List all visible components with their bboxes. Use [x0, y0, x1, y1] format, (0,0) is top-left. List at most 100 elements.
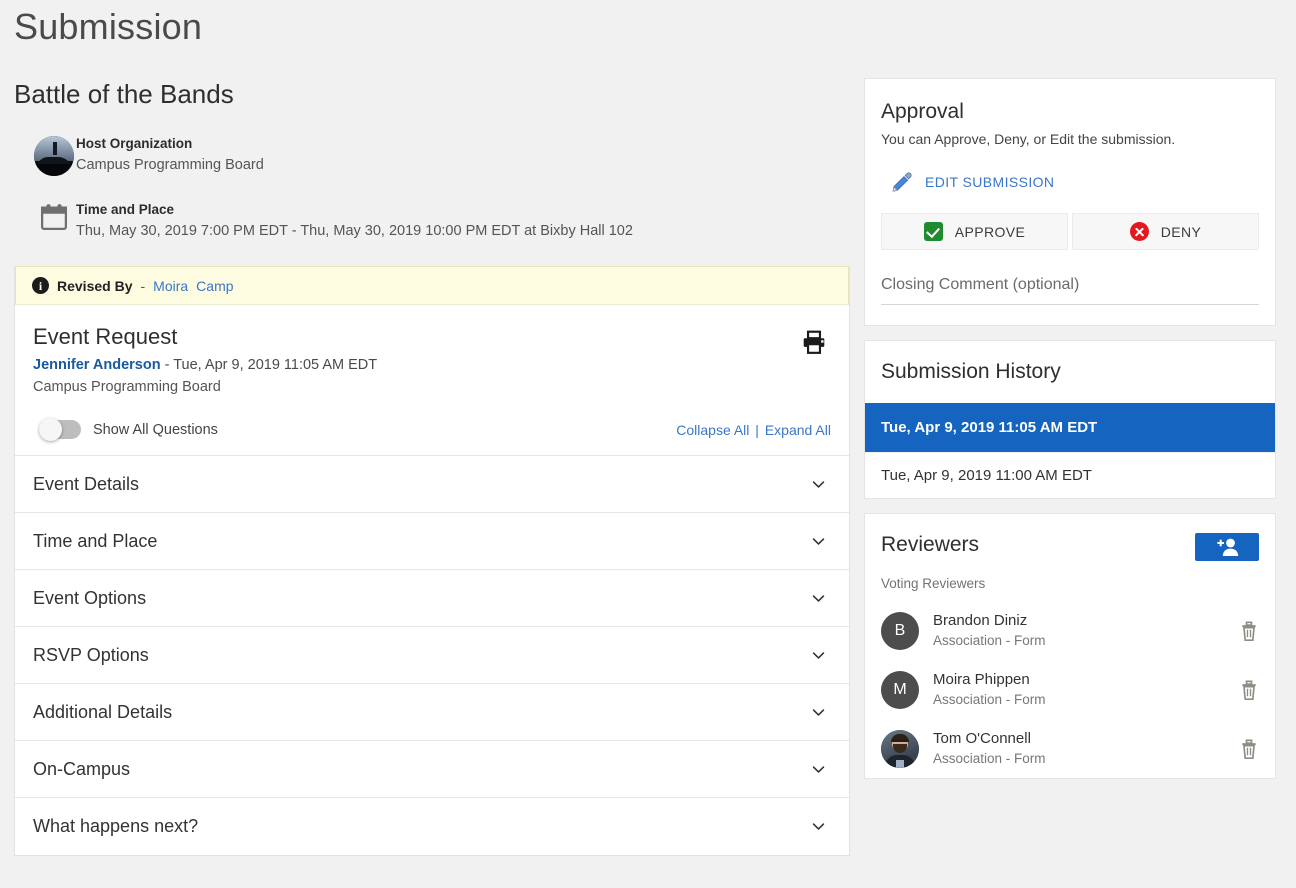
toggle-knob — [39, 418, 62, 441]
edit-submission-button[interactable]: EDIT SUBMISSION — [891, 171, 1259, 193]
calendar-icon — [41, 204, 67, 230]
time-and-place-text: Time and Place Thu, May 30, 2019 7:00 PM… — [76, 200, 633, 242]
check-square-icon — [923, 222, 943, 241]
info-icon: i — [32, 277, 49, 294]
approval-panel: Approval You can Approve, Deny, or Edit … — [864, 78, 1276, 326]
chevron-down-icon — [812, 480, 825, 488]
reviewer-name: Tom O'Connell — [933, 730, 1031, 747]
accordion-item-rsvp-options[interactable]: RSVP Options — [15, 627, 849, 684]
accordion-label: Additional Details — [33, 701, 173, 722]
accordion-label: Time and Place — [33, 530, 158, 551]
revised-by-dash: - — [140, 277, 146, 294]
reviewer-role: Association - Form — [933, 751, 1046, 766]
accordion-item-additional-details[interactable]: Additional Details — [15, 684, 849, 741]
reviewer-name: Brandon Diniz — [933, 612, 1028, 629]
event-request-author-link[interactable]: Jennifer Anderson — [33, 357, 161, 373]
accordion-label: Event Options — [33, 587, 147, 608]
approval-subtitle: You can Approve, Deny, or Edit the submi… — [881, 131, 1176, 147]
host-organization-row: Host Organization Campus Programming Boa… — [32, 134, 850, 176]
trash-icon[interactable] — [1239, 738, 1259, 760]
reviewer-info: Tom O'Connell Association - Form — [933, 729, 1225, 768]
person-add-icon — [1217, 538, 1239, 556]
revised-by-link-first[interactable]: Moira — [153, 278, 188, 294]
host-organization-label: Host Organization — [76, 136, 193, 151]
revised-by-label: Revised By — [57, 277, 133, 294]
reviewer-row: Tom O'Connell Association - Form — [865, 719, 1275, 778]
accordion-item-what-happens-next[interactable]: What happens next? — [15, 798, 849, 855]
expand-all-link[interactable]: Expand All — [765, 422, 831, 438]
event-request-timestamp: - Tue, Apr 9, 2019 11:05 AM EDT — [164, 357, 378, 373]
submission-history-title: Submission History — [881, 360, 1061, 383]
time-and-place-value: Thu, May 30, 2019 7:00 PM EDT - Thu, May… — [76, 223, 633, 239]
chevron-down-icon — [812, 537, 825, 545]
show-all-questions-toggle[interactable] — [39, 418, 81, 441]
add-reviewer-button[interactable] — [1195, 533, 1259, 561]
page-title: Submission — [14, 6, 203, 47]
chevron-down-icon — [812, 594, 825, 602]
deny-button[interactable]: DENY — [1072, 213, 1259, 250]
questions-toggle-row: Show All Questions Collapse All | Expand… — [33, 398, 831, 455]
accordion-item-event-options[interactable]: Event Options — [15, 570, 849, 627]
host-organization-text: Host Organization Campus Programming Boa… — [76, 134, 264, 176]
chevron-down-icon — [812, 708, 825, 716]
time-and-place-label: Time and Place — [76, 202, 175, 217]
event-title: Battle of the Bands — [14, 79, 234, 109]
trash-icon[interactable] — [1239, 679, 1259, 701]
avatar — [881, 729, 919, 768]
pencil-icon — [892, 172, 912, 192]
chevron-down-icon — [812, 651, 825, 659]
reviewer-name: Moira Phippen — [933, 671, 1030, 688]
accordion-item-on-campus[interactable]: On-Campus — [15, 741, 849, 798]
voting-reviewers-label: Voting Reviewers — [881, 576, 986, 591]
avatar: M — [881, 670, 919, 709]
collapse-expand-links: Collapse All | Expand All — [676, 422, 831, 438]
event-request-byline: Jennifer Anderson - Tue, Apr 9, 2019 11:… — [33, 355, 831, 376]
approve-button[interactable]: APPROVE — [881, 213, 1068, 250]
sections-accordion: Event Details Time and Place Event Optio… — [15, 455, 849, 855]
submission-history-panel: Submission History Tue, Apr 9, 2019 11:0… — [864, 340, 1276, 499]
accordion-label: Event Details — [33, 473, 140, 494]
show-all-questions-group: Show All Questions — [39, 418, 218, 441]
avatar: B — [881, 611, 919, 650]
main-content-column: Battle of the Bands Host Organization Ca… — [14, 78, 850, 856]
event-request-card: i Revised By - Moira Camp Event Request — [14, 266, 850, 856]
time-and-place-row: Time and Place Thu, May 30, 2019 7:00 PM… — [32, 200, 850, 242]
reviewer-info: Brandon Diniz Association - Form — [933, 611, 1225, 650]
show-all-questions-label: Show All Questions — [93, 421, 218, 438]
concert-crowd-avatar — [34, 136, 74, 176]
reviewer-role: Association - Form — [933, 692, 1046, 707]
collapse-all-link[interactable]: Collapse All — [676, 422, 749, 438]
history-item-selected[interactable]: Tue, Apr 9, 2019 11:05 AM EDT — [865, 403, 1275, 452]
print-icon[interactable] — [801, 329, 827, 355]
accordion-label: On-Campus — [33, 758, 131, 779]
chevron-down-icon — [812, 823, 825, 830]
reviewer-row: M Moira Phippen Association - Form — [865, 660, 1275, 719]
event-request-organization: Campus Programming Board — [33, 379, 221, 395]
event-request-title: Event Request — [33, 324, 178, 349]
host-organization-value: Campus Programming Board — [76, 157, 264, 173]
revised-by-link-second[interactable]: Camp — [196, 278, 233, 294]
trash-icon[interactable] — [1239, 620, 1259, 642]
history-item[interactable]: Tue, Apr 9, 2019 11:00 AM EDT — [865, 452, 1275, 498]
reviewer-row: B Brandon Diniz Association - Form — [865, 601, 1275, 660]
links-separator: | — [755, 421, 759, 438]
deny-label: DENY — [1160, 223, 1202, 240]
approve-label: APPROVE — [954, 223, 1026, 240]
reviewers-panel: Reviewers Voting Reviewers B Brandon Din… — [864, 513, 1276, 779]
accordion-label: RSVP Options — [33, 644, 149, 665]
approval-title: Approval — [881, 100, 964, 123]
reviewer-role: Association - Form — [933, 633, 1046, 648]
closing-comment-field[interactable]: Closing Comment (optional) — [881, 276, 1259, 305]
sidebar-column: Approval You can Approve, Deny, or Edit … — [864, 78, 1276, 793]
accordion-item-event-details[interactable]: Event Details — [15, 456, 849, 513]
submission-page: Submission Battle of the Bands Host Orga… — [0, 0, 1296, 888]
host-avatar-wrapper — [32, 134, 76, 176]
event-request-body: Event Request Jennifer Anderson - Tue, A… — [15, 305, 849, 455]
revised-by-banner: i Revised By - Moira Camp — [15, 266, 849, 305]
calendar-icon-wrapper — [32, 200, 76, 232]
approve-deny-row: APPROVE DENY — [881, 213, 1259, 250]
chevron-down-icon — [812, 765, 825, 773]
reviewers-title: Reviewers — [881, 533, 980, 556]
accordion-item-time-and-place[interactable]: Time and Place — [15, 513, 849, 570]
reviewer-info: Moira Phippen Association - Form — [933, 670, 1225, 709]
